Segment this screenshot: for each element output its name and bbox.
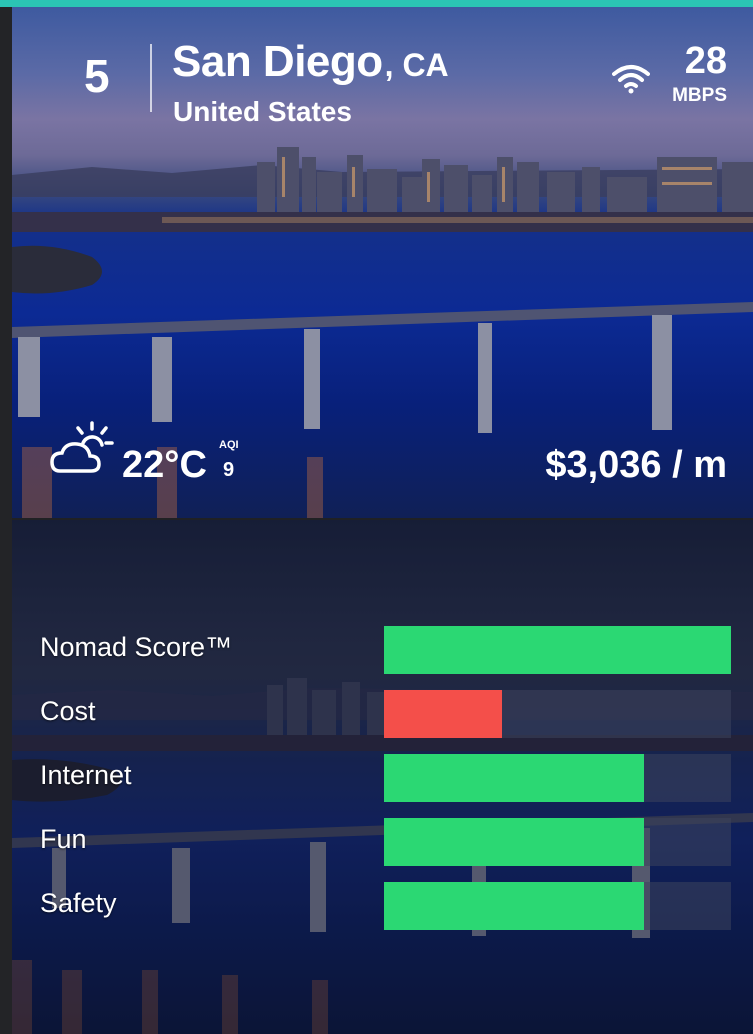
city-title: San Diego, CA bbox=[172, 37, 449, 87]
header-divider bbox=[150, 44, 152, 112]
score-label: Fun bbox=[40, 824, 87, 854]
internet-speed-unit: MBPS bbox=[672, 85, 727, 106]
city-name[interactable]: San Diego bbox=[172, 37, 383, 86]
score-bar-track bbox=[384, 818, 731, 866]
partly-sunny-icon bbox=[50, 421, 114, 473]
city-card-scores[interactable]: Nomad Score™ Cost Internet Fun Safety bbox=[12, 520, 753, 1034]
left-edge bbox=[0, 7, 12, 1034]
score-bar-track bbox=[384, 626, 731, 674]
score-bar-fill bbox=[384, 882, 645, 930]
score-label: Safety bbox=[40, 888, 117, 918]
aqi-value: 9 bbox=[223, 459, 235, 481]
score-label: Internet bbox=[40, 760, 132, 790]
city-card-header[interactable]: 5 San Diego, CA United States 28 MBPS 22… bbox=[12, 7, 753, 518]
score-bar-fill bbox=[384, 626, 731, 674]
score-bar-fill bbox=[384, 754, 645, 802]
score-bar-track bbox=[384, 754, 731, 802]
state-code: , CA bbox=[384, 47, 449, 83]
score-bar-track bbox=[384, 690, 731, 738]
score-bar-fill bbox=[384, 818, 645, 866]
internet-speed: 28 bbox=[684, 40, 727, 82]
score-label: Nomad Score™ bbox=[40, 632, 233, 662]
score-bar-fill bbox=[384, 690, 502, 738]
aqi-label: AQI bbox=[219, 439, 239, 451]
monthly-cost: $3,036 / m bbox=[545, 444, 727, 486]
temperature: 22°C bbox=[122, 444, 207, 486]
wifi-icon bbox=[612, 65, 650, 94]
score-label: Cost bbox=[40, 696, 96, 726]
city-rank: 5 bbox=[84, 50, 110, 102]
top-accent-bar bbox=[0, 0, 753, 7]
country-name: United States bbox=[173, 96, 352, 127]
score-bar-track bbox=[384, 882, 731, 930]
